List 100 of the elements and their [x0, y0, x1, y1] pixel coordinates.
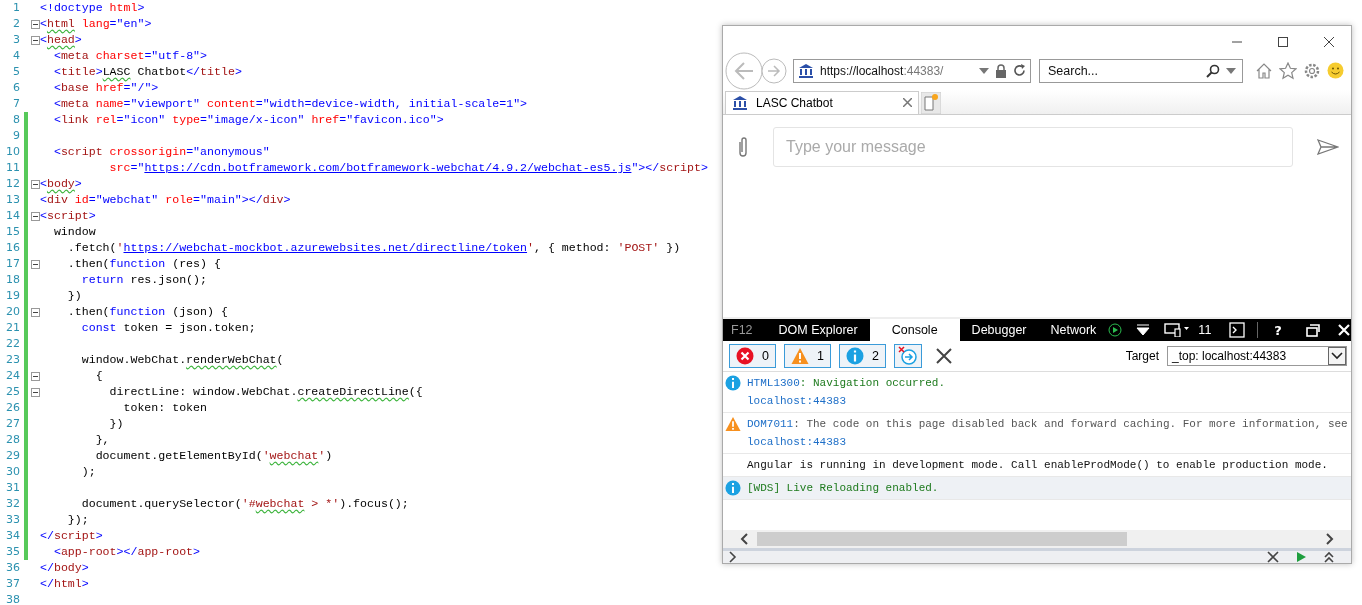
expand-icon[interactable]	[1323, 551, 1335, 563]
line-number: 14	[5, 208, 21, 224]
code-line: document.querySelector('#webchat > *').focus();	[80, 496, 409, 512]
source-link[interactable]: localhost:44383	[747, 395, 847, 407]
play-icon[interactable]	[1108, 323, 1123, 337]
send-icon[interactable]	[1317, 138, 1339, 155]
line-number: 27	[5, 416, 21, 432]
message-input[interactable]: Type your message	[773, 126, 1293, 167]
smiley-icon[interactable]	[1327, 62, 1344, 80]
code-line: <meta name="viewport" content="width=device-width, initial-scale=1">	[52, 96, 528, 112]
console-message: Angular is running in development mode. Call enableProdMode() to enable production mode.	[747, 459, 1328, 471]
refresh-icon[interactable]	[1013, 64, 1026, 78]
line-number: 7	[12, 96, 21, 112]
line-number: 30	[5, 464, 21, 480]
code-line: <script crossorigin="anonymous"	[52, 144, 270, 160]
console-message: DOM7011: The code on this page disabled back and forward caching. For more information, see	[747, 418, 1348, 430]
code-line: <!doctype html>	[40, 0, 145, 16]
home-icon[interactable]	[1255, 61, 1273, 80]
warning-icon	[790, 347, 809, 365]
console-message: [WDS] Live Reloading enabled.	[747, 482, 939, 494]
warning-icon	[725, 416, 741, 432]
line-number: 20	[5, 304, 21, 320]
code-line: <app-root></app-root>	[52, 544, 201, 560]
dropdown-icon[interactable]	[1136, 324, 1151, 336]
line-number: 9	[12, 128, 21, 144]
scroll-left-icon[interactable]	[739, 533, 749, 545]
line-number: 19	[5, 288, 21, 304]
code-line: .then(function (res) {	[66, 256, 221, 272]
collapse-icon[interactable]	[31, 307, 40, 317]
line-number: 35	[5, 544, 21, 560]
collapse-icon[interactable]	[31, 35, 40, 45]
line-number: 8	[12, 112, 21, 128]
line-number: 18	[5, 272, 21, 288]
code-line: </html>	[40, 576, 89, 592]
line-number: 15	[5, 224, 21, 240]
paperclip-icon[interactable]	[737, 135, 749, 158]
info-icon	[725, 375, 741, 391]
console-message: HTML1300: Navigation occurred.	[747, 377, 946, 389]
code-line: <base href="/">	[52, 80, 159, 96]
collapse-icon[interactable]	[31, 387, 40, 397]
code-line: window	[52, 224, 96, 240]
line-number: 17	[5, 256, 21, 272]
f12-label: F12	[731, 323, 753, 337]
settings-icon[interactable]	[1303, 61, 1321, 80]
line-number: 11	[5, 160, 21, 176]
code-line: <title>LASC Chatbot</title>	[52, 64, 242, 80]
info-filter-button[interactable]: 2	[838, 344, 886, 368]
line-number: 28	[5, 432, 21, 448]
code-line: document.getElementById('webchat')	[94, 448, 333, 464]
line-number: 3	[12, 32, 21, 48]
chevron-down-icon[interactable]	[1328, 347, 1346, 365]
collapse-icon[interactable]	[31, 259, 40, 269]
collapse-icon[interactable]	[31, 211, 40, 221]
maximize-icon[interactable]	[1277, 36, 1289, 48]
line-number: 12	[5, 176, 21, 192]
star-icon[interactable]	[1279, 61, 1297, 80]
code-line: </script>	[40, 528, 103, 544]
line-number: 37	[5, 576, 21, 592]
url-text: https://localhost:44383/	[820, 63, 945, 78]
collapse-icon[interactable]	[31, 371, 40, 381]
search-field[interactable]: Search...	[1039, 58, 1243, 83]
line-number: 23	[5, 352, 21, 368]
line-number: 25	[5, 384, 21, 400]
collapse-icon[interactable]	[31, 179, 40, 189]
scrollbar-thumb[interactable]	[757, 532, 1127, 546]
error-icon	[736, 347, 754, 365]
search-icon[interactable]	[1206, 63, 1220, 78]
code-line: return res.json();	[80, 272, 207, 288]
close-icon[interactable]	[1323, 36, 1335, 48]
collapse-icon[interactable]	[31, 19, 40, 29]
code-line: window.WebChat.renderWebChat(	[80, 352, 284, 368]
info-icon	[725, 480, 741, 496]
code-line: src="https://cdn.botframework.com/botframework-webchat/4.9.2/webchat-es5.js"></script>	[108, 160, 708, 176]
clear-icon[interactable]	[935, 348, 952, 364]
restore-icon[interactable]	[1305, 323, 1320, 337]
code-line: <html lang="en">	[40, 16, 152, 32]
clear-on-navigate-button[interactable]	[893, 344, 922, 368]
console-icon[interactable]	[1229, 322, 1246, 338]
code-line: <meta charset="utf-8">	[52, 48, 207, 64]
code-line: <head>	[40, 32, 82, 48]
error-filter-button[interactable]: 0	[729, 344, 776, 368]
code-line: },	[94, 432, 110, 448]
code-line: token: token	[122, 400, 207, 416]
bank-icon	[732, 94, 748, 111]
address-bar[interactable]: https://localhost:44383/	[793, 58, 1031, 83]
browser-tab[interactable]: LASC Chatbot	[725, 90, 919, 114]
line-number: 21	[5, 320, 21, 336]
target-dropdown[interactable]: _top: localhost:44383	[1167, 346, 1347, 366]
warning-filter-button[interactable]: 1	[783, 344, 831, 368]
emulation-count: 11	[1198, 323, 1212, 337]
device-icon[interactable]	[1164, 323, 1191, 337]
line-number: 31	[5, 480, 21, 496]
line-number: 16	[5, 240, 21, 256]
devtools-tab[interactable]: Console	[869, 319, 960, 341]
scroll-right-icon[interactable]	[1325, 533, 1335, 545]
clear-icon[interactable]	[1267, 551, 1279, 563]
line-number: 2	[12, 16, 21, 32]
line-number: 32	[5, 496, 21, 512]
source-link[interactable]: localhost:44383	[747, 436, 847, 448]
line-number: 24	[5, 368, 21, 384]
